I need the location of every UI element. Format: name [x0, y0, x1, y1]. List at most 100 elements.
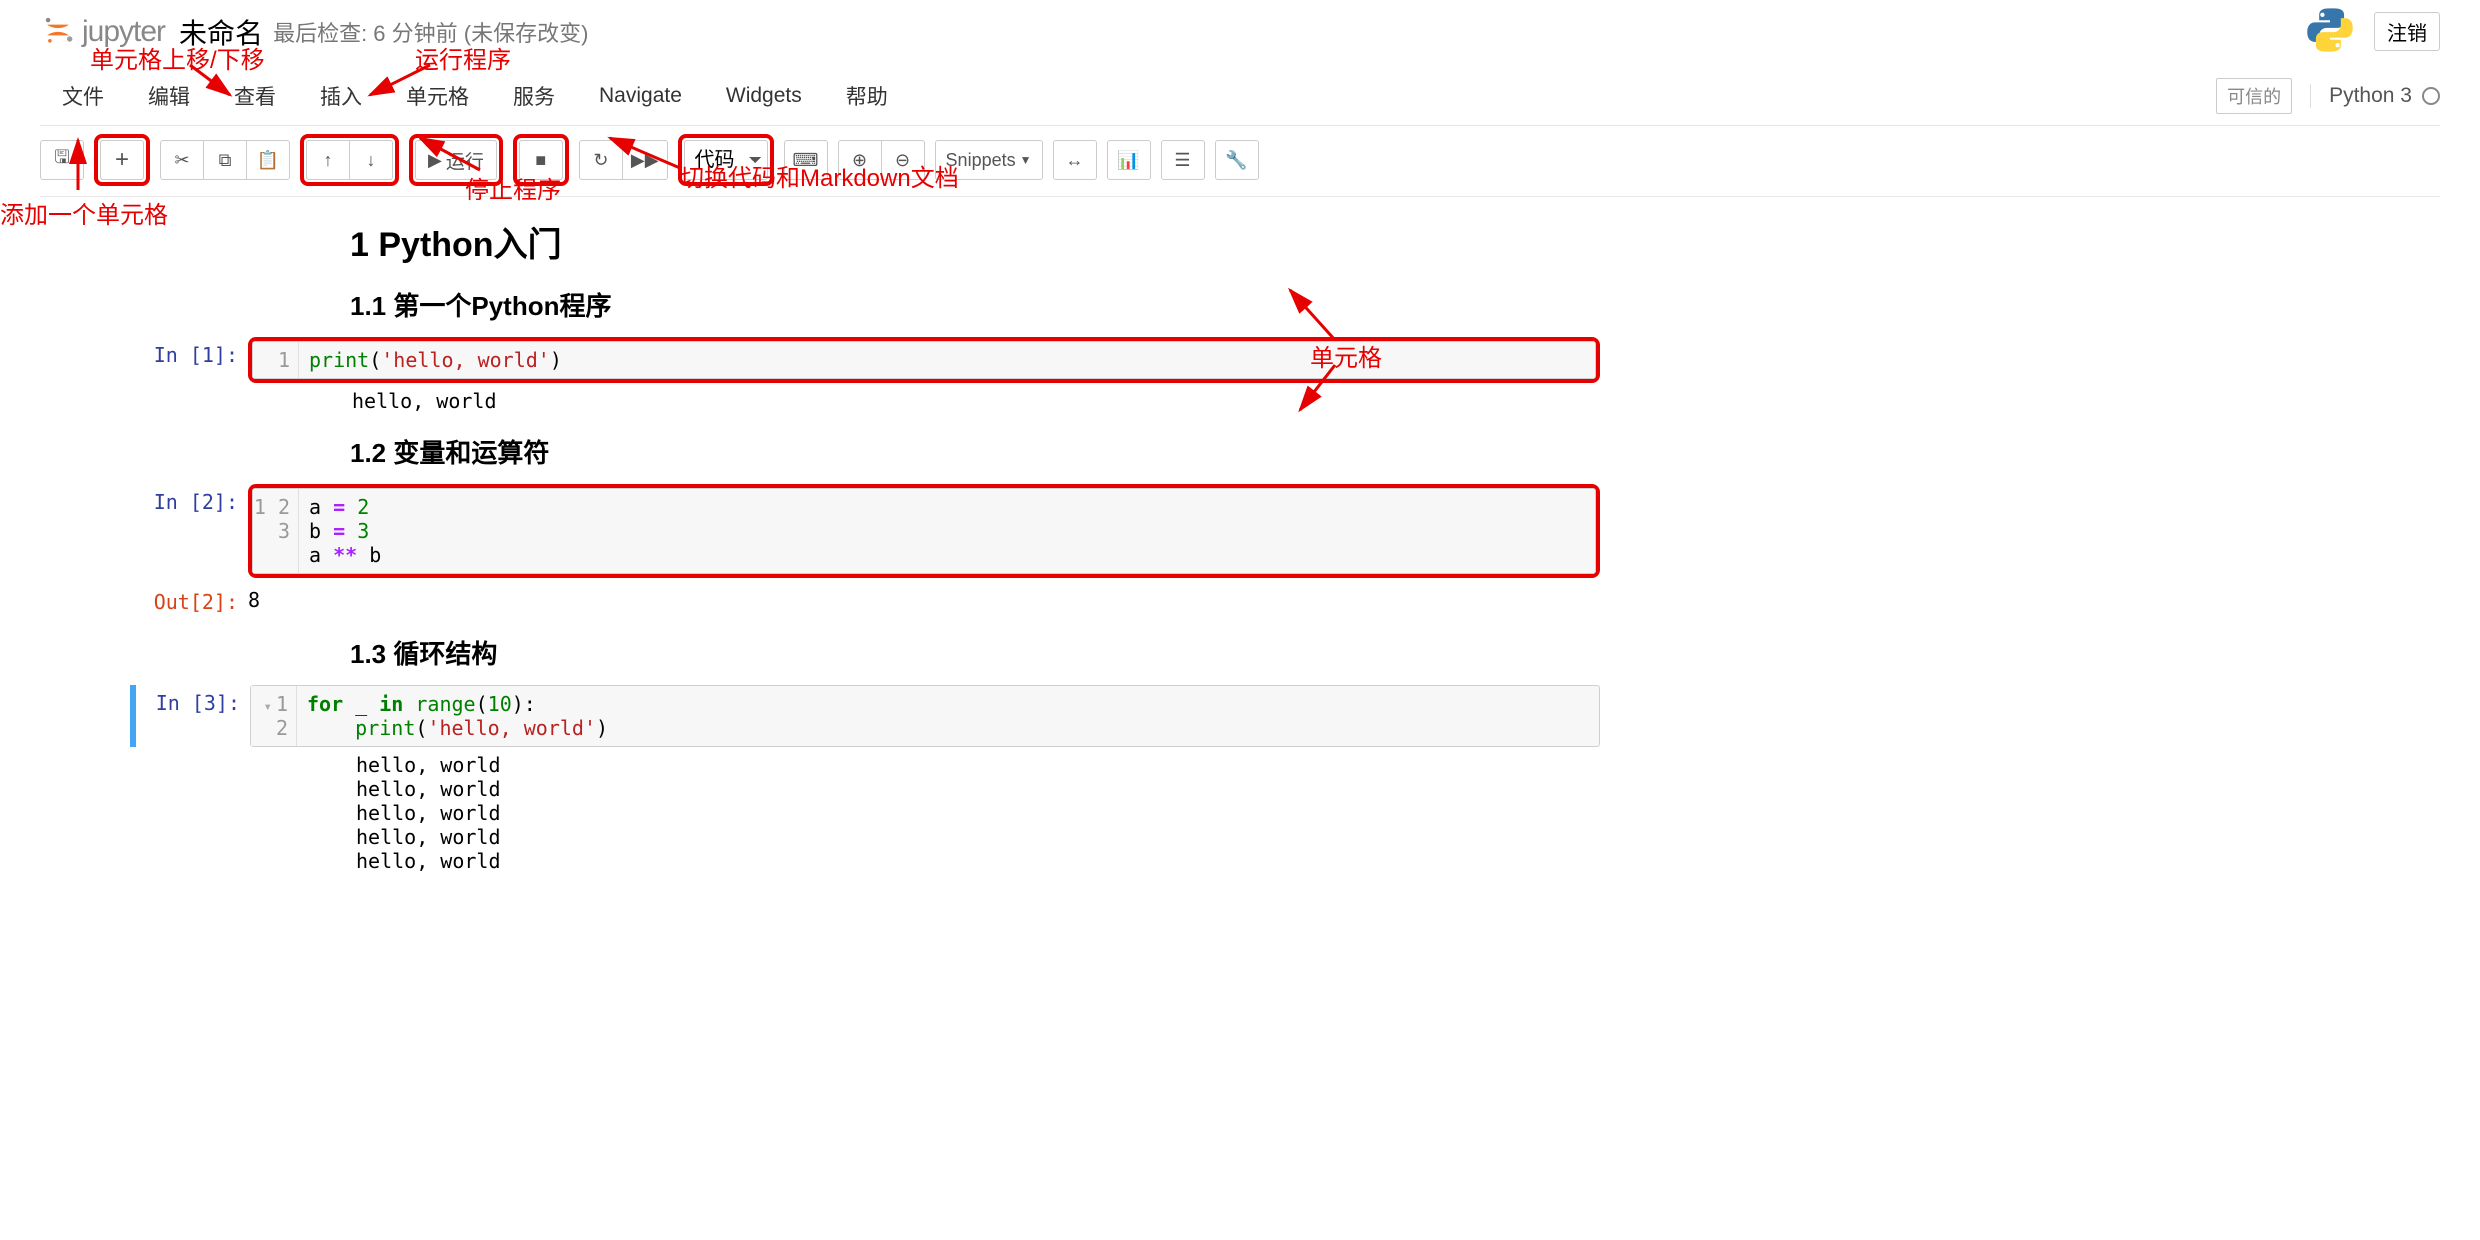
stop-button[interactable]: ■ [519, 140, 563, 180]
run-button-label: 运行 [446, 147, 484, 174]
input-prompt: In [3]: [138, 685, 250, 715]
logout-button[interactable]: 注销 [2374, 12, 2440, 51]
restart-run-all-button[interactable]: ▶▶ [622, 140, 668, 180]
menu-widgets[interactable]: Widgets [704, 76, 824, 116]
chevron-down-icon: ▼ [1020, 153, 1032, 167]
ext-wrench-button[interactable]: 🔧 [1215, 140, 1259, 180]
restart-icon: ↻ [593, 150, 608, 171]
list-icon: ☰ [1174, 150, 1190, 171]
wrench-icon: 🔧 [1225, 150, 1247, 171]
annotation-box-stop: ■ [513, 134, 569, 186]
annotation-box-move: ↑ ↓ [300, 134, 399, 186]
annotation-box-add: + [94, 134, 150, 186]
input-prompt: In [2]: [130, 484, 248, 514]
paste-icon: 📋 [257, 150, 279, 171]
save-icon: 🖫 [54, 145, 69, 175]
annotation-box-celltype: 代码 [678, 134, 774, 186]
heading-1: 1 Python入门 [350, 217, 1600, 266]
annotation-box-run: ▶ 运行 [409, 134, 503, 186]
stop-icon: ■ [535, 150, 546, 171]
menu-edit[interactable]: 编辑 [126, 73, 212, 119]
fold-icon[interactable]: ▾ [264, 699, 276, 715]
add-cell-button[interactable]: + [100, 140, 144, 180]
notebook-name[interactable]: 未命名 [179, 12, 263, 52]
code-content[interactable]: for _ in range(10): print('hello, world'… [297, 686, 1599, 746]
annotation-box-cell2: 1 2 3 a = 2 b = 3 a ** b [248, 484, 1600, 578]
zoom-out-icon: ⊖ [895, 150, 910, 171]
ext-list-button[interactable]: ☰ [1161, 140, 1205, 180]
cut-button[interactable]: ✂ [160, 140, 204, 180]
keyboard-icon: ⌨ [793, 150, 819, 171]
annotation-box-cell1: 1 print('hello, world') [248, 337, 1600, 383]
code-content[interactable]: a = 2 b = 3 a ** b [299, 489, 1595, 573]
trusted-indicator[interactable]: 可信的 [2216, 78, 2292, 114]
run-button[interactable]: ▶ 运行 [415, 140, 497, 180]
heading-1-3: 1.3 循环结构 [350, 634, 1600, 671]
menu-file[interactable]: 文件 [40, 73, 126, 119]
arrow-up-icon: ↑ [324, 150, 333, 171]
menu-kernel[interactable]: 服务 [491, 73, 577, 119]
code-input-area[interactable]: 1 print('hello, world') [252, 341, 1596, 379]
line-gutter: 1 2 3 [253, 489, 299, 573]
code-content[interactable]: print('hello, world') [299, 342, 1595, 378]
zoom-in-button[interactable]: ⊕ [838, 140, 882, 180]
zoom-in-icon: ⊕ [852, 150, 867, 171]
toolbar: 🖫 + ✂ ⧉ 📋 ↑ ↓ ▶ 运行 [40, 126, 2440, 197]
copy-button[interactable]: ⧉ [203, 140, 247, 180]
markdown-cell[interactable]: 1.2 变量和运算符 [130, 433, 1600, 470]
arrow-down-icon: ↓ [367, 150, 376, 171]
notebook-header: jupyter 未命名 最后检查: 6 分钟前 (未保存改变) 注销 [40, 0, 2440, 59]
python-logo-icon [2304, 4, 2356, 59]
menu-cell[interactable]: 单元格 [384, 73, 491, 119]
cell-type-select[interactable]: 代码 [684, 140, 768, 180]
command-palette-button[interactable]: ⌨ [784, 140, 828, 180]
scissors-icon: ✂ [174, 150, 189, 171]
snippets-label: Snippets [946, 150, 1016, 171]
selection-indicator [130, 685, 136, 747]
fast-forward-icon: ▶▶ [631, 150, 659, 171]
zoom-out-button[interactable]: ⊖ [881, 140, 925, 180]
paste-button[interactable]: 📋 [246, 140, 290, 180]
kernel-status-icon [2422, 87, 2440, 105]
markdown-cell[interactable]: 1 Python入门 1.1 第一个Python程序 [130, 217, 1600, 323]
arrows-h-icon: ↔ [1066, 150, 1084, 171]
line-gutter: ▾1 2 [251, 686, 297, 746]
jupyter-logo[interactable]: jupyter [40, 12, 165, 51]
save-button[interactable]: 🖫 [40, 140, 84, 180]
code-input-area[interactable]: ▾1 2 for _ in range(10): print('hello, w… [250, 685, 1600, 747]
heading-1-1: 1.1 第一个Python程序 [350, 286, 1600, 323]
chart-icon: 📊 [1117, 150, 1139, 171]
restart-kernel-button[interactable]: ↻ [579, 140, 623, 180]
snippets-button[interactable]: Snippets ▼ [935, 140, 1043, 180]
output-row: Out[2]: 8 [130, 584, 1600, 614]
menu-navigate[interactable]: Navigate [577, 76, 704, 116]
heading-1-2: 1.2 变量和运算符 [350, 433, 1600, 470]
menu-view[interactable]: 查看 [212, 73, 298, 119]
line-gutter: 1 [253, 342, 299, 378]
copy-icon: ⧉ [219, 150, 232, 171]
menu-insert[interactable]: 插入 [298, 73, 384, 119]
code-cell[interactable]: In [2]: 1 2 3 a = 2 b = 3 a ** b [130, 484, 1600, 578]
menu-help[interactable]: 帮助 [824, 73, 910, 119]
stdout-output: hello, world [352, 383, 1600, 413]
notebook-area: 1 Python入门 1.1 第一个Python程序 In [1]: 1 pri… [40, 197, 2440, 873]
jupyter-icon [40, 12, 76, 51]
output-prompt: Out[2]: [130, 584, 248, 614]
ext-chart-button[interactable]: 📊 [1107, 140, 1151, 180]
plus-icon: + [115, 146, 129, 174]
kernel-name[interactable]: Python 3 [2310, 84, 2440, 108]
code-cell[interactable]: In [1]: 1 print('hello, world') [130, 337, 1600, 383]
move-down-button[interactable]: ↓ [349, 140, 393, 180]
output-value: 8 [248, 584, 260, 612]
play-icon: ▶ [428, 150, 442, 171]
input-prompt: In [1]: [130, 337, 248, 367]
ext-arrows-button[interactable]: ↔ [1053, 140, 1097, 180]
checkpoint-status: 最后检查: 6 分钟前 (未保存改变) [273, 16, 588, 48]
stdout-output: hello, world hello, world hello, world h… [356, 747, 1600, 873]
markdown-cell[interactable]: 1.3 循环结构 [130, 634, 1600, 671]
move-up-button[interactable]: ↑ [306, 140, 350, 180]
kernel-name-label: Python 3 [2329, 84, 2412, 108]
jupyter-wordmark: jupyter [82, 15, 165, 49]
code-cell-selected[interactable]: In [3]: ▾1 2 for _ in range(10): print('… [130, 685, 1600, 747]
code-input-area[interactable]: 1 2 3 a = 2 b = 3 a ** b [252, 488, 1596, 574]
